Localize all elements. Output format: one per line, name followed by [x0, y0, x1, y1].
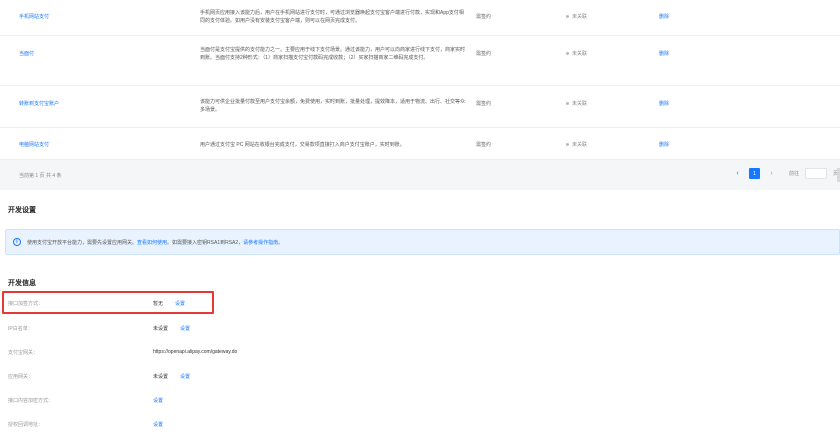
- encrypt-method-set-link[interactable]: 设置: [153, 398, 163, 404]
- callback-url-set-link[interactable]: 设置: [153, 422, 163, 428]
- goto-page-input[interactable]: [805, 168, 828, 179]
- capability-status: 需签约: [476, 14, 492, 20]
- info-value-sign-method: 暂无 设置: [153, 300, 185, 307]
- notice-text-main: 使用支付宝开放平台能力，需要先设置应用网关。: [27, 240, 138, 246]
- capability-description: 手机网页应用接入该能力后，用户在手机网站进行支付时，可通过浏览器唤起支付宝客户端…: [200, 10, 464, 24]
- notice-text-middle: 。如需要接入密钥RSA1到RSA2，: [167, 240, 244, 246]
- capability-status: 需签约: [476, 142, 492, 148]
- bind-status: 未关联: [566, 13, 587, 21]
- app-gateway-set-link[interactable]: 设置: [180, 374, 190, 380]
- status-dot-icon: [566, 52, 569, 56]
- info-value-callback-url: 设置: [153, 421, 163, 428]
- table-row: 当面付 当面付是支付宝提供的支付能力之一。主要应用于线下支付场景。通过该能力，用…: [0, 36, 840, 86]
- bind-status: 未关联: [566, 100, 587, 108]
- app-gateway-value: 未设置: [153, 374, 169, 380]
- page-number-current[interactable]: 1: [749, 168, 760, 179]
- bind-status-label: 未关联: [572, 101, 588, 107]
- info-label-callback-url: 授权回调地址：: [8, 422, 44, 428]
- capability-status: 需签约: [476, 101, 492, 107]
- guide-link[interactable]: 请参考操作指南: [243, 240, 278, 246]
- capability-name-link[interactable]: 转账到支付宝账户: [19, 100, 59, 108]
- sign-method-value: 暂无: [153, 301, 164, 307]
- bind-status-label: 未关联: [572, 51, 588, 57]
- capability-name-link[interactable]: 当面付: [19, 50, 34, 58]
- info-label-app-gateway: 应用网关：: [8, 374, 34, 380]
- bind-status: 未关联: [566, 50, 587, 58]
- bind-status: 未关联: [566, 141, 587, 149]
- delete-link[interactable]: 删除: [659, 50, 669, 58]
- bind-status-label: 未关联: [572, 14, 588, 20]
- capability-description: 当面付是支付宝提供的支付能力之一。主要应用于线下支付场景。通过该能力，用户可以向…: [200, 47, 466, 61]
- info-label-sign-method: 接口加签方式：: [8, 301, 44, 307]
- pagination: ‹ 1 › 前往 页: [732, 168, 838, 179]
- table-row: 手机网站支付 手机网页应用接入该能力后，用户在手机网站进行支付时，可通过浏览器唤…: [0, 0, 840, 36]
- goto-label: 前往: [789, 171, 800, 177]
- section-title-dev-info: 开发信息: [8, 280, 36, 287]
- ip-whitelist-value: 未设置: [153, 326, 169, 332]
- how-to-use-link[interactable]: 查看如何使用: [137, 240, 167, 246]
- record-count: 当前第 1 页 共 4 条: [19, 173, 62, 179]
- info-value-app-gateway: 未设置 设置: [153, 373, 190, 380]
- info-label-ip-whitelist: IP白名单：: [8, 326, 33, 332]
- notice-banner: i 使用支付宝开放平台能力，需要先设置应用网关。查看如何使用。如需要接入密钥RS…: [5, 229, 840, 255]
- chevron-right-icon[interactable]: ›: [766, 168, 777, 179]
- notice-text: 使用支付宝开放平台能力，需要先设置应用网关。查看如何使用。如需要接入密钥RSA1…: [27, 239, 283, 246]
- capability-description: 该能力可供企业批量付款至用户支付宝余额，免费使用，实时到账，批量处理，提效降本，…: [200, 99, 466, 113]
- table-row: 转账到支付宝账户 该能力可供企业批量付款至用户支付宝余额，免费使用，实时到账，批…: [0, 86, 840, 128]
- table-footer: 当前第 1 页 共 4 条 ‹ 1 › 前往 页: [0, 160, 840, 190]
- delete-link[interactable]: 删除: [659, 13, 669, 21]
- section-title-dev-settings: 开发设置: [8, 207, 36, 214]
- capability-status: 需签约: [476, 51, 492, 57]
- delete-link[interactable]: 删除: [659, 141, 669, 149]
- capability-description: 用户通过支付宝 PC 网站在收银台完成支付，交易款项直接打入商户支付宝账户，实时…: [200, 142, 405, 148]
- info-icon: i: [13, 238, 21, 246]
- info-label-alipay-gateway: 支付宝网关：: [8, 350, 39, 356]
- sign-method-set-link[interactable]: 设置: [175, 301, 185, 307]
- capability-name-link[interactable]: 电脑网站支付: [19, 141, 49, 149]
- status-dot-icon: [566, 102, 569, 106]
- table-row: 电脑网站支付 用户通过支付宝 PC 网站在收银台完成支付，交易款项直接打入商户支…: [0, 128, 840, 160]
- chevron-left-icon[interactable]: ‹: [732, 168, 743, 179]
- info-value-alipay-gateway: https://openapi.alipay.com/gateway.do: [153, 349, 238, 355]
- info-label-encrypt-method: 接口内容加密方式：: [8, 398, 54, 404]
- bind-status-label: 未关联: [572, 142, 588, 148]
- info-value-ip-whitelist: 未设置 设置: [153, 325, 190, 332]
- status-dot-icon: [566, 143, 569, 147]
- notice-text-end: 。: [278, 240, 284, 246]
- ip-whitelist-set-link[interactable]: 设置: [180, 326, 190, 332]
- info-value-encrypt-method: 设置: [153, 397, 163, 404]
- capability-name-link[interactable]: 手机网站支付: [19, 13, 49, 21]
- delete-link[interactable]: 删除: [659, 100, 669, 108]
- status-dot-icon: [566, 15, 569, 19]
